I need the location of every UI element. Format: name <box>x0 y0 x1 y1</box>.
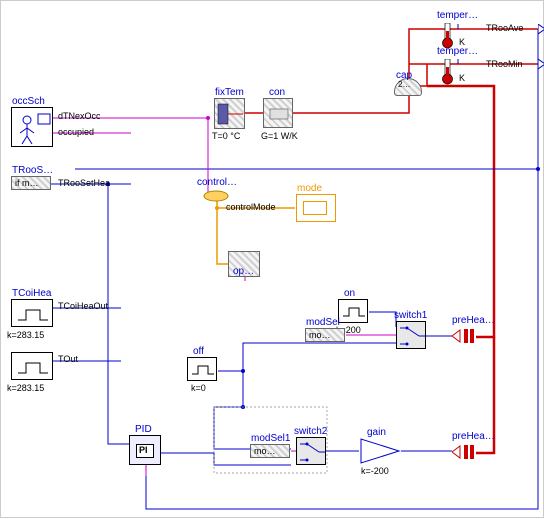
occsch-block: occSch <box>11 107 53 147</box>
temp2-unit: K <box>459 73 465 83</box>
fixtem-label: fixTem <box>215 87 244 98</box>
tcoihea-block: TCoiHea <box>11 299 53 327</box>
occsch-label: occSch <box>12 96 45 107</box>
tout-block <box>11 352 53 380</box>
pid-block: PID PI <box>129 435 161 465</box>
troos-block: TRooS… if m… <box>11 176 51 190</box>
prehea1-block: preHea… <box>452 327 480 348</box>
tcoiheaout-label: TCoiHeaOut <box>58 301 108 311</box>
prehea1-label: preHea… <box>452 315 495 326</box>
on-block: on <box>338 299 368 323</box>
on-label: on <box>344 288 355 299</box>
troos-label: TRooS… <box>12 165 53 176</box>
switch2-label: switch2 <box>294 426 327 437</box>
trooave-out: TRooAve <box>486 23 523 33</box>
pid-label: PID <box>135 424 152 435</box>
mode-block: mode <box>296 194 336 222</box>
temp-sensor-2: temper… K <box>437 49 461 87</box>
tcoihea-sub: k=283.15 <box>7 330 44 340</box>
troomin-port <box>538 59 544 72</box>
dtnexocc-out: dTNexOcc <box>58 111 101 121</box>
occupied-out: occupied <box>58 127 94 137</box>
switch1-block: switch1 <box>396 321 426 349</box>
troomin-out: TRooMin <box>486 59 523 69</box>
modsel1-block: modSel1 mo… <box>250 444 290 458</box>
troos-sub: if m… <box>15 178 39 188</box>
tout-sub: k=283.15 <box>7 383 44 393</box>
person-icon <box>12 108 54 148</box>
temp2-title: temper… <box>437 46 478 57</box>
cap-sub: 2… <box>398 80 410 89</box>
switch2-block: switch2 <box>296 437 326 465</box>
modsel1-label: modSel1 <box>251 433 290 444</box>
troosethea-out: TRooSetHea <box>58 178 110 188</box>
tcoihea-label: TCoiHea <box>12 288 51 299</box>
tout-label: TOut <box>58 354 78 364</box>
fixtem-block: fixTem <box>214 98 245 129</box>
modsel-block: modSel mo… <box>305 328 345 342</box>
temp1-title: temper… <box>437 10 478 21</box>
con-label: con <box>269 87 285 98</box>
op-label: op… <box>233 266 254 277</box>
controlmode-label: controlMode <box>226 202 276 212</box>
switch1-label: switch1 <box>394 310 427 321</box>
fixtem-sub: T=0 °C <box>212 131 240 141</box>
con-sub: G=1 W/K <box>261 131 298 141</box>
modsel-sub: mo… <box>309 330 331 340</box>
trooave-port <box>538 24 544 37</box>
op-block: op… <box>228 251 260 277</box>
mode-label: mode <box>297 183 322 194</box>
off-label: off <box>193 346 204 357</box>
con-block: con <box>263 98 293 128</box>
prehea2-block: preHea… <box>452 443 480 464</box>
off-sub: k=0 <box>191 383 206 393</box>
gain-label: gain <box>367 427 386 438</box>
prehea2-label: preHea… <box>452 431 495 442</box>
cap-block: cap 2… <box>394 78 422 96</box>
off-block: off <box>187 357 217 381</box>
controlbus-label: control… <box>197 177 237 188</box>
modsel-label: modSel <box>306 317 340 328</box>
gain-sub: k=-200 <box>361 466 389 476</box>
pid-inner: PI <box>139 445 148 455</box>
modsel1-sub: mo… <box>254 446 276 456</box>
gain-block: gain <box>359 437 403 468</box>
